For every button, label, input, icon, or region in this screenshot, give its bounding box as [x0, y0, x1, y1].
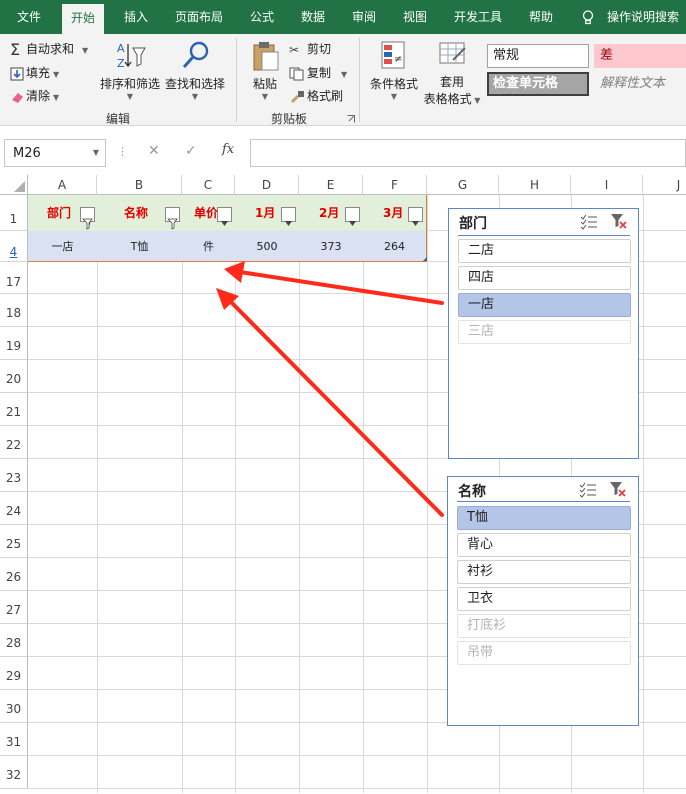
- chevron-down-icon: ▼: [53, 70, 60, 79]
- table-format-icon: [439, 42, 466, 64]
- ribbon-tab-bar: 文件 开始 插入 页面布局 公式 数据 审阅 视图 开发工具 帮助 操作说明搜索: [0, 0, 686, 34]
- tab-developer[interactable]: 开发工具: [454, 0, 502, 34]
- format-as-table-button[interactable]: 套用 表格格式 ▼: [422, 40, 482, 107]
- tab-page-layout[interactable]: 页面布局: [175, 0, 223, 34]
- find-select-label: 查找和选择: [164, 77, 225, 91]
- svg-text:A: A: [117, 42, 125, 55]
- name-box-value: M26: [13, 146, 41, 161]
- paste-button[interactable]: 粘贴 ▼: [246, 40, 284, 101]
- style-check-cell[interactable]: 检查单元格: [487, 72, 589, 96]
- sigma-icon: Σ: [10, 40, 21, 59]
- clipboard-group-label: 剪贴板: [271, 112, 308, 126]
- chevron-down-icon: ▼: [390, 92, 398, 101]
- chevron-down-icon: ▼: [126, 92, 134, 101]
- chevron-down-icon: ▼: [191, 92, 199, 101]
- conditional-format-label: 条件格式: [369, 77, 418, 91]
- chevron-down-icon: ▼: [53, 93, 60, 102]
- style-explanatory[interactable]: 解释性文本: [594, 72, 686, 96]
- autosum-label: 自动求和: [26, 42, 75, 56]
- clear-label: 清除: [26, 89, 51, 103]
- tab-help[interactable]: 帮助: [529, 0, 553, 34]
- worksheet: A B C D E F G H I J 1 4 17 18 19 20 21 2…: [0, 175, 686, 793]
- copy-icon: [289, 67, 304, 80]
- format-painter-button[interactable]: 格式刷: [289, 87, 343, 104]
- tab-insert[interactable]: 插入: [124, 0, 148, 34]
- cut-button[interactable]: ✂ 剪切: [289, 40, 331, 57]
- sort-filter-icon: AZ: [117, 42, 146, 70]
- copy-label: 复制: [307, 66, 332, 80]
- chevron-down-icon: ▼: [341, 70, 348, 79]
- fill-label: 填充: [26, 66, 51, 80]
- tab-review[interactable]: 审阅: [352, 0, 376, 34]
- clear-button[interactable]: 清除 ▼: [10, 87, 59, 104]
- ribbon: Σ 自动求和 ▼ 填充 ▼ 清除 ▼ AZ 排序和筛选 ▼ 查找和选择 ▼ 编辑 粘贴 …: [0, 34, 686, 126]
- magnifier-icon: [182, 41, 209, 69]
- editing-group-label: 编辑: [106, 112, 131, 126]
- paintbrush-icon: [290, 90, 304, 103]
- svg-text:≠: ≠: [394, 54, 402, 65]
- format-as-table-label-2: 表格格式 ▼: [423, 92, 481, 106]
- arrow-head: [224, 261, 245, 283]
- more-icon: ⋮: [117, 145, 128, 158]
- autosum-button[interactable]: Σ 自动求和 ▼: [10, 40, 88, 59]
- fill-button[interactable]: 填充 ▼: [10, 64, 59, 81]
- find-select-button[interactable]: 查找和选择 ▼: [164, 40, 226, 101]
- scissors-icon: ✂: [289, 42, 300, 57]
- name-box[interactable]: M26 ▼: [4, 139, 106, 167]
- ribbon-divider: [359, 38, 360, 122]
- paste-label: 粘贴: [252, 77, 277, 91]
- lightbulb-icon: [582, 10, 594, 25]
- cancel-icon[interactable]: ✕: [148, 143, 160, 159]
- svg-text:Z: Z: [117, 57, 125, 70]
- annotation-arrows: [216, 261, 444, 517]
- chevron-down-icon: ▼: [261, 92, 269, 101]
- formula-input[interactable]: [250, 139, 686, 167]
- sort-filter-button[interactable]: AZ 排序和筛选 ▼: [100, 40, 160, 101]
- tell-me-search[interactable]: 操作说明搜索: [607, 0, 679, 34]
- copy-button[interactable]: 复制 ▼: [289, 64, 347, 81]
- chevron-down-icon: ▼: [82, 46, 89, 55]
- ribbon-divider: [236, 38, 237, 122]
- insert-function-icon[interactable]: fx: [222, 142, 234, 157]
- style-normal[interactable]: 常规: [487, 44, 589, 68]
- tab-formulas[interactable]: 公式: [250, 0, 274, 34]
- clipboard-icon: [253, 42, 279, 71]
- formula-bar: M26 ▼ ⋮ ✕ ✓ fx: [0, 137, 686, 170]
- chevron-down-icon: ▼: [92, 148, 99, 157]
- tab-data[interactable]: 数据: [301, 0, 325, 34]
- conditional-format-button[interactable]: ≠ 条件格式 ▼: [366, 40, 422, 101]
- conditional-format-icon: ≠: [381, 41, 405, 69]
- dialog-launcher-icon[interactable]: [347, 115, 355, 123]
- arrow-line: [228, 299, 444, 517]
- tab-file[interactable]: 文件: [17, 0, 41, 34]
- tab-home[interactable]: 开始: [62, 4, 105, 34]
- format-as-table-label-1: 套用: [439, 75, 464, 89]
- style-bad[interactable]: 差: [594, 44, 686, 68]
- eraser-icon: [12, 92, 23, 103]
- format-painter-label: 格式刷: [307, 89, 344, 103]
- enter-check-icon[interactable]: ✓: [185, 143, 197, 159]
- fill-down-icon: [10, 67, 24, 80]
- sort-filter-label: 排序和筛选: [100, 77, 161, 91]
- arrow-line: [238, 270, 444, 305]
- tab-view[interactable]: 视图: [403, 0, 427, 34]
- cut-label: 剪切: [307, 42, 332, 56]
